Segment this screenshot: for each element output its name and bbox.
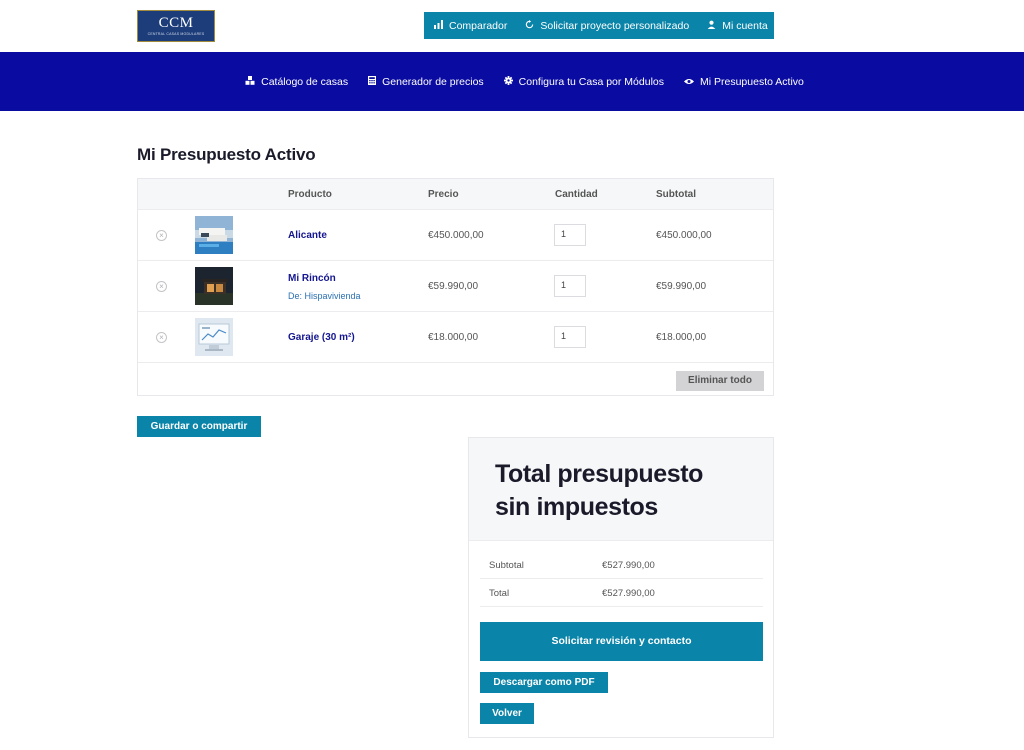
product-subtotal: €18.000,00 <box>656 332 707 343</box>
totals-title: Total presupuesto sin impuestos <box>495 460 704 521</box>
vendor-link[interactable]: Hispavivienda <box>305 291 361 301</box>
nav-item-generador[interactable]: Generador de precios <box>368 76 484 88</box>
top-nav: Comparador Solicitar proyecto personaliz… <box>424 12 774 39</box>
product-vendor: De: Hispavivienda <box>288 291 361 301</box>
product-link[interactable]: Alicante <box>288 230 327 241</box>
nav-label: Catálogo de casas <box>261 75 349 88</box>
table-row: × Mi Rincón De: Hispavivienda €59.990,00… <box>138 261 773 312</box>
total-label: Total <box>489 588 510 599</box>
subtotal-row: Subtotal €527.990,00 <box>480 551 763 579</box>
clear-all-button[interactable]: Eliminar todo <box>676 371 764 391</box>
topnav-label: Mi cuenta <box>722 19 768 32</box>
cubes-icon <box>245 76 255 87</box>
remove-item-button[interactable]: × <box>156 230 167 241</box>
product-thumbnail[interactable] <box>195 216 233 254</box>
total-row: Total €527.990,00 <box>480 579 763 607</box>
quantity-input[interactable]: 1 <box>554 275 586 297</box>
nav-label: Generador de precios <box>382 75 484 88</box>
remove-item-button[interactable]: × <box>156 281 167 292</box>
totals-header: Total presupuesto sin impuestos <box>469 438 773 541</box>
subtotal-value: €527.990,00 <box>602 560 655 571</box>
product-price: €59.990,00 <box>428 281 479 292</box>
table-row: × Garaje (30 m²) €18.000,00 1 €18.000,00 <box>138 312 773 363</box>
totals-box: Total presupuesto sin impuestos Subtotal… <box>468 437 774 738</box>
topnav-label: Solicitar proyecto personalizado <box>540 19 690 32</box>
bar-chart-icon <box>434 20 443 31</box>
save-share-button[interactable]: Guardar o compartir <box>137 416 261 437</box>
nav-label: Configura tu Casa por Módulos <box>518 75 664 88</box>
quantity-input[interactable]: 1 <box>554 326 586 348</box>
column-header-price: Precio <box>428 189 459 200</box>
topnav-item-mi-cuenta[interactable]: Mi cuenta <box>707 20 768 32</box>
calculator-icon <box>368 76 377 87</box>
user-icon <box>707 20 716 31</box>
subtotal-label: Subtotal <box>489 560 524 571</box>
download-pdf-button[interactable]: Descargar como PDF <box>480 672 608 693</box>
table-row: × Alicante €450.000,00 1 €450.000,00 <box>138 210 773 261</box>
logo-text: CCM <box>158 15 194 31</box>
topnav-item-solicitar-proyecto[interactable]: Solicitar proyecto personalizado <box>525 20 689 32</box>
product-thumbnail[interactable] <box>195 318 233 356</box>
product-price: €450.000,00 <box>428 230 484 241</box>
product-subtotal: €450.000,00 <box>656 230 712 241</box>
refresh-icon <box>525 20 534 31</box>
product-thumbnail[interactable] <box>195 267 233 305</box>
quantity-input[interactable]: 1 <box>554 224 586 246</box>
back-button[interactable]: Volver <box>480 703 534 724</box>
nav-item-catalogo[interactable]: Catálogo de casas <box>245 76 348 88</box>
table-footer: Eliminar todo <box>138 363 773 398</box>
column-header-product: Producto <box>288 189 332 200</box>
product-subtotal: €59.990,00 <box>656 281 707 292</box>
logo-subtext: CENTRAL CASAS MODULARES <box>147 32 205 36</box>
nav-item-configura[interactable]: Configura tu Casa por Módulos <box>503 75 664 88</box>
main-nav: Catálogo de casas Generador de precios C… <box>0 52 1024 111</box>
product-link[interactable]: Mi Rincón <box>288 273 336 284</box>
topnav-item-comparador[interactable]: Comparador <box>434 20 507 32</box>
nav-item-presupuesto[interactable]: Mi Presupuesto Activo <box>684 76 804 88</box>
nav-label: Mi Presupuesto Activo <box>700 75 804 88</box>
column-header-quantity: Cantidad <box>555 189 598 200</box>
remove-item-button[interactable]: × <box>156 332 167 343</box>
gear-icon <box>503 76 513 87</box>
total-value: €527.990,00 <box>602 588 655 599</box>
table-header: Producto Precio Cantidad Subtotal <box>138 179 773 210</box>
column-header-subtotal: Subtotal <box>656 189 696 200</box>
cart-table: Producto Precio Cantidad Subtotal × Alic… <box>137 178 774 396</box>
top-bar: CCM CENTRAL CASAS MODULARES Comparador S… <box>0 0 1024 52</box>
page-title: Mi Presupuesto Activo <box>137 145 316 164</box>
vendor-prefix: De: <box>288 291 303 301</box>
product-price: €18.000,00 <box>428 332 479 343</box>
product-link[interactable]: Garaje (30 m²) <box>288 332 355 343</box>
site-logo[interactable]: CCM CENTRAL CASAS MODULARES <box>137 10 215 42</box>
eye-icon <box>684 77 694 87</box>
request-review-button[interactable]: Solicitar revisión y contacto <box>480 622 763 661</box>
topnav-label: Comparador <box>449 19 508 32</box>
